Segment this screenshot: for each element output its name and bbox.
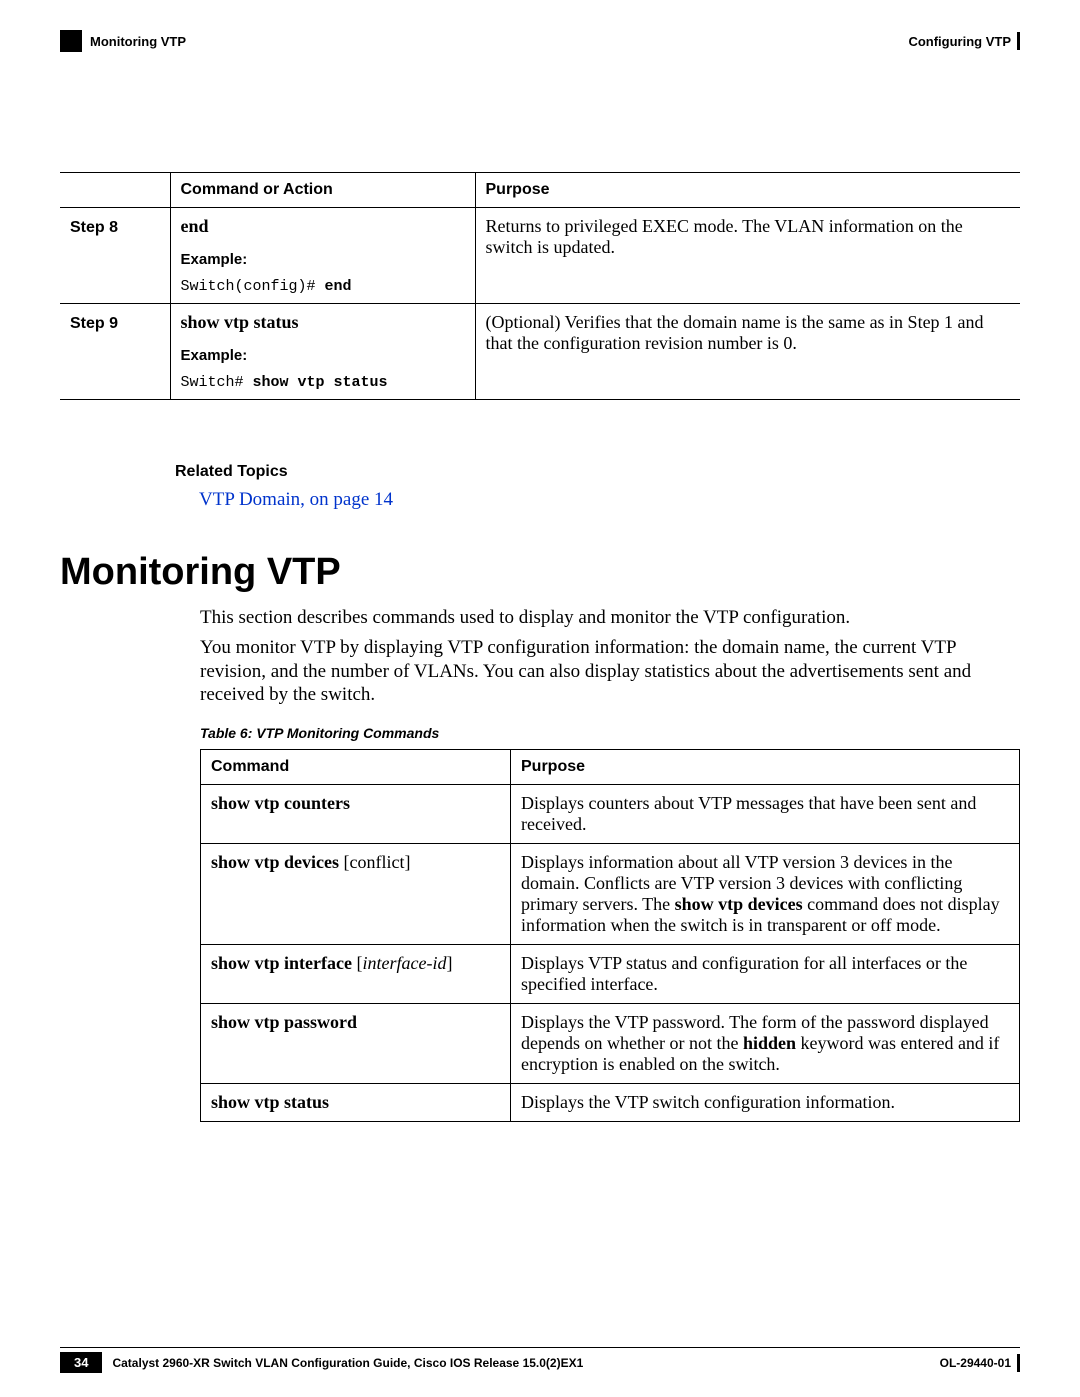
header-marker-icon [60, 30, 82, 52]
footer-right: OL-29440-01 [940, 1354, 1020, 1372]
intro-p2: You monitor VTP by displaying VTP config… [200, 636, 1020, 707]
purpose-text: Displays counters about VTP messages tha… [521, 793, 976, 834]
header-left: Monitoring VTP [60, 30, 186, 52]
page-header: Monitoring VTP Configuring VTP [60, 30, 1020, 52]
step-number: Step 8 [70, 219, 118, 236]
footer-left: 34 Catalyst 2960-XR Switch VLAN Configur… [60, 1352, 583, 1373]
cmd-ital-part: interface-id [362, 953, 446, 973]
table-caption: Table 6: VTP Monitoring Commands [200, 725, 1020, 741]
header-chapter-label: Configuring VTP [908, 34, 1011, 49]
code-prefix: Switch(config)# [181, 278, 325, 295]
example-label: Example: [181, 251, 465, 268]
cmd-after-part: [conflict] [344, 852, 411, 872]
cmd-bracket-close: ] [446, 953, 452, 973]
code-prefix: Switch# [181, 374, 253, 391]
table-row: Step 8 end Example: Switch(config)# end … [60, 208, 1020, 304]
example-label: Example: [181, 347, 465, 364]
header-section-label: Monitoring VTP [90, 34, 186, 49]
table-row: show vtp interface [interface-id] Displa… [201, 945, 1020, 1004]
related-topics-title: Related Topics [175, 463, 288, 480]
header-divider-icon [1017, 32, 1020, 50]
page-number: 34 [60, 1352, 102, 1373]
example-code: Switch# show vtp status [181, 374, 388, 391]
monitoring-table: Command Purpose show vtp counters Displa… [200, 749, 1020, 1122]
purpose-text: Displays VTP status and configuration fo… [521, 953, 967, 994]
page-footer: 34 Catalyst 2960-XR Switch VLAN Configur… [60, 1347, 1020, 1373]
monitor-header-purpose: Purpose [511, 750, 1020, 785]
steps-header-purpose: Purpose [475, 173, 1020, 208]
steps-header-step [60, 173, 170, 208]
table-row: Step 9 show vtp status Example: Switch# … [60, 304, 1020, 400]
table-row: show vtp counters Displays counters abou… [201, 785, 1020, 844]
monitor-header-cmd: Command [201, 750, 511, 785]
example-code: Switch(config)# end [181, 278, 352, 295]
step-number: Step 9 [70, 315, 118, 332]
section-heading: Monitoring VTP [60, 551, 1020, 594]
related-topics: Related Topics VTP Domain, on page 14 [175, 460, 1020, 511]
purpose-bold: show vtp devices [675, 894, 803, 914]
steps-header-cmd: Command or Action [170, 173, 475, 208]
step-purpose: (Optional) Verifies that the domain name… [486, 312, 984, 353]
purpose-bold: hidden [743, 1033, 796, 1053]
purpose-text: Displays the VTP switch configuration in… [521, 1092, 895, 1112]
related-topic-link[interactable]: VTP Domain, on page 14 [199, 489, 1020, 511]
step-command: end [181, 216, 209, 236]
header-right: Configuring VTP [908, 32, 1020, 50]
table-row: show vtp status Displays the VTP switch … [201, 1084, 1020, 1122]
cmd-bold-part: show vtp interface [211, 953, 356, 973]
intro-p1: This section describes commands used to … [200, 606, 1020, 630]
cmd-bold-part: show vtp counters [211, 793, 350, 813]
section-intro: This section describes commands used to … [200, 606, 1020, 741]
code-bold: end [325, 278, 352, 295]
footer-guide-title: Catalyst 2960-XR Switch VLAN Configurati… [112, 1356, 583, 1370]
footer-divider-icon [1017, 1354, 1020, 1372]
step-command: show vtp status [181, 312, 299, 332]
cmd-bold-part: show vtp status [211, 1092, 329, 1112]
footer-doc-id: OL-29440-01 [940, 1356, 1011, 1370]
cmd-bold-part: show vtp password [211, 1012, 357, 1032]
code-bold: show vtp status [253, 374, 388, 391]
steps-table: Command or Action Purpose Step 8 end Exa… [60, 172, 1020, 400]
table-row: show vtp password Displays the VTP passw… [201, 1004, 1020, 1084]
step-purpose: Returns to privileged EXEC mode. The VLA… [486, 216, 963, 257]
table-row: show vtp devices [conflict] Displays inf… [201, 844, 1020, 945]
monitoring-table-wrap: Command Purpose show vtp counters Displa… [200, 749, 1020, 1122]
cmd-bold-part: show vtp devices [211, 852, 344, 872]
